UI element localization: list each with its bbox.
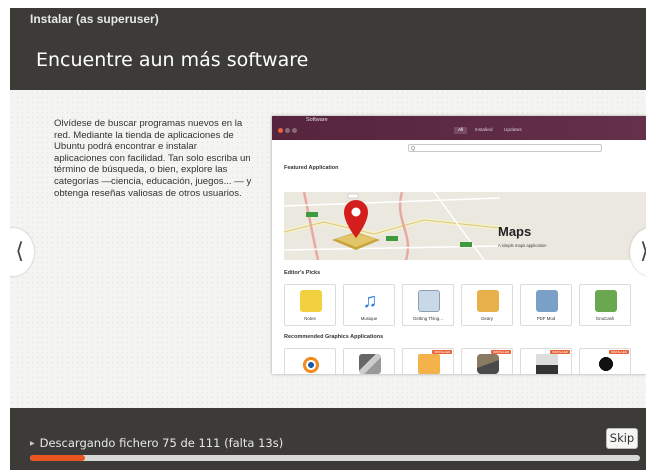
software-center-search: Q [408, 144, 602, 152]
featured-heading: Featured Application [284, 165, 339, 171]
gimp-icon [477, 354, 499, 374]
checklist-icon [418, 290, 440, 312]
recommended-tile: INSTALLED [579, 348, 631, 374]
tab-updates: Updates [503, 128, 522, 133]
installed-badge: INSTALLED [490, 350, 511, 354]
maps-banner-image [284, 192, 500, 260]
software-center-title: Software [306, 117, 328, 123]
installed-badge: INSTALLED [549, 350, 570, 354]
gnucash-icon [595, 290, 617, 312]
software-center-tabs: All Installed Updates [454, 127, 528, 134]
skip-button[interactable]: Skip [606, 428, 638, 449]
slide-description: Olvídese de buscar programas nuevos en l… [54, 118, 252, 199]
app-tile-label: Notes [304, 316, 316, 321]
recommended-tile: INSTALLED [402, 348, 454, 374]
music-note-icon: ♫ [359, 290, 381, 312]
inkscape-icon [359, 354, 381, 374]
image-icon [418, 354, 440, 374]
download-status[interactable]: ▶ Descargando fichero 75 de 111 (falta 13… [30, 436, 283, 451]
window-title: Instalar (as superuser) [30, 12, 159, 26]
recommended-tile: INSTALLED [520, 348, 572, 374]
software-center-header: Software All Installed Updates [272, 116, 646, 140]
search-icon: Q [411, 146, 415, 152]
app-tile-getting-things: Getting Thing... [402, 284, 454, 326]
app-tile-label: Musique [360, 316, 378, 321]
chevron-right-icon: ⟩ [640, 238, 646, 263]
download-status-text: Descargando fichero 75 de 111 (falta 13s… [39, 436, 284, 450]
installed-badge: INSTALLED [608, 350, 629, 354]
app-tile-pdf-mod: PDF Mod [520, 284, 572, 326]
app-tile-musique: ♫ Musique [343, 284, 395, 326]
app-tile-label: Getting Thing... [413, 316, 443, 321]
tab-all: All [454, 127, 468, 134]
notes-icon [300, 290, 322, 312]
slideshow: Olvídese de buscar programas nuevos en l… [10, 90, 646, 408]
blender-icon [300, 354, 322, 374]
chevron-left-icon: ⟨ [15, 238, 24, 263]
installed-badge: INSTALLED [431, 350, 452, 354]
pdf-icon [536, 290, 558, 312]
recommended-tile: INSTALLED [461, 348, 513, 374]
tab-installed: Installed [474, 128, 493, 133]
map-illustration [284, 192, 500, 260]
scanner-icon [536, 354, 558, 374]
app-tile-gnucash: GnuCash [579, 284, 631, 326]
recommended-heading: Recommended Graphics Applications [284, 334, 384, 340]
window-controls [278, 120, 299, 138]
recommended-tile [343, 348, 395, 374]
editors-picks-heading: Editor's Picks [284, 270, 321, 276]
app-tile-label: Geary [481, 316, 493, 321]
app-tile-notes: Notes [284, 284, 336, 326]
app-tile-geary: Geary [461, 284, 513, 326]
download-progress-bar [30, 455, 640, 461]
page-title: Encuentre aun más software [36, 49, 309, 71]
software-center-screenshot: Software All Installed Updates Q Feature… [272, 116, 646, 374]
inkscape-pen-icon [595, 354, 617, 374]
featured-app-subtitle: A simple maps application [498, 243, 547, 248]
app-tile-label: GnuCash [595, 316, 615, 321]
previous-slide-button[interactable]: ⟨ [10, 228, 34, 276]
installer-window: Instalar (as superuser) Encuentre aun má… [10, 8, 646, 470]
featured-app-name: Maps [498, 224, 532, 239]
recommended-tile [284, 348, 336, 374]
expand-triangle-icon[interactable]: ▶ [30, 440, 35, 447]
app-tile-label: PDF Mod [536, 316, 556, 321]
progress-fill [30, 455, 85, 461]
mail-icon [477, 290, 499, 312]
